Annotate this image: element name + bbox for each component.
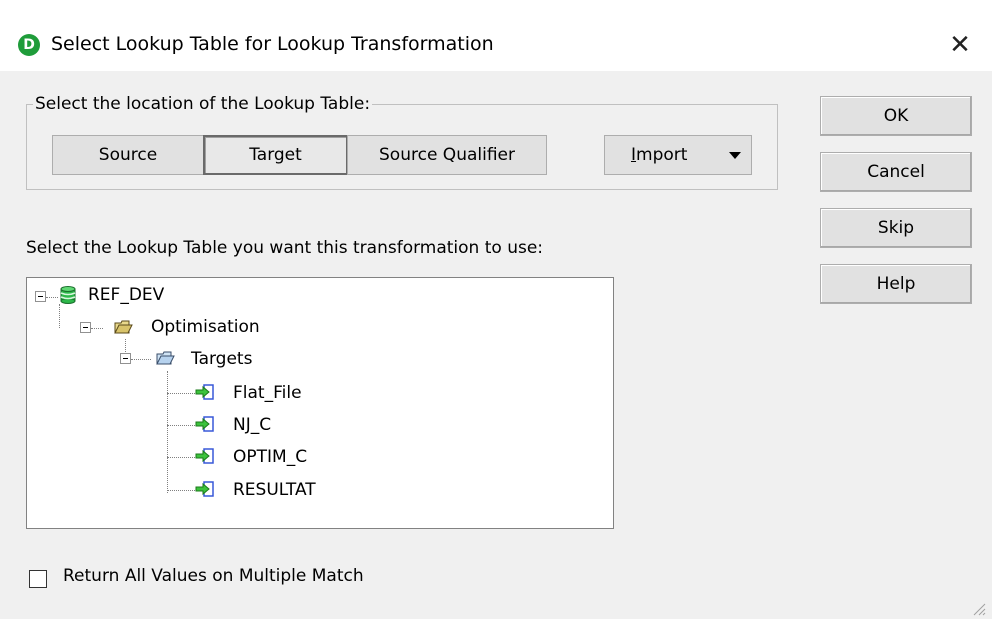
tree-connector <box>167 371 168 493</box>
collapse-toggle[interactable] <box>35 291 46 302</box>
tree-connector <box>167 457 195 458</box>
tree-connector <box>167 393 195 394</box>
tree-node-table[interactable]: OPTIM_C <box>233 447 307 467</box>
tree-node-table[interactable]: Flat_File <box>233 383 302 403</box>
dropdown-arrow-icon <box>729 152 741 159</box>
tree-node-table[interactable]: NJ_C <box>233 415 271 435</box>
database-icon <box>60 286 76 304</box>
tree-node-repository[interactable]: REF_DEV <box>88 285 164 305</box>
import-dropdown-button[interactable]: Import <box>604 135 752 175</box>
app-icon: D <box>18 34 40 56</box>
source-qualifier-option-button[interactable]: Source Qualifier <box>347 135 547 175</box>
tree-node-targets[interactable]: Targets <box>191 349 252 369</box>
collapse-toggle[interactable] <box>80 322 91 333</box>
close-icon[interactable]: ✕ <box>940 27 980 63</box>
import-label: Import <box>631 145 688 165</box>
target-table-icon <box>195 481 214 497</box>
tree-connector <box>167 490 195 491</box>
title-bar[interactable]: D Select Lookup Table for Lookup Transfo… <box>0 3 992 71</box>
return-all-values-label[interactable]: Return All Values on Multiple Match <box>63 566 364 586</box>
tree-node-folder[interactable]: Optimisation <box>151 317 260 337</box>
ok-button[interactable]: OK <box>820 96 972 136</box>
skip-button[interactable]: Skip <box>820 208 972 248</box>
cancel-button[interactable]: Cancel <box>820 152 972 192</box>
tree-connector <box>59 304 60 328</box>
tree-node-table[interactable]: RESULTAT <box>233 480 316 500</box>
collapse-toggle[interactable] <box>120 353 131 364</box>
tree-connector <box>131 359 151 360</box>
tree-connector <box>46 297 58 298</box>
help-button[interactable]: Help <box>820 264 972 304</box>
target-table-icon <box>195 416 214 432</box>
source-option-button[interactable]: Source <box>52 135 204 175</box>
resize-grip-icon[interactable] <box>970 600 986 616</box>
window-title: Select Lookup Table for Lookup Transform… <box>51 33 494 55</box>
return-all-values-checkbox[interactable] <box>29 570 47 588</box>
target-table-icon <box>195 384 214 400</box>
target-option-button[interactable]: Target <box>203 135 348 175</box>
target-table-icon <box>195 448 214 464</box>
folder-icon <box>114 320 133 334</box>
lookup-table-tree[interactable]: REF_DEV Optimisation Targets Flat_File N… <box>26 277 614 529</box>
tree-connector <box>167 425 195 426</box>
location-legend: Select the location of the Lookup Table: <box>35 94 371 114</box>
tree-connector <box>91 328 103 329</box>
targets-folder-icon <box>156 351 175 365</box>
tree-prompt-label: Select the Lookup Table you want this tr… <box>26 238 544 258</box>
